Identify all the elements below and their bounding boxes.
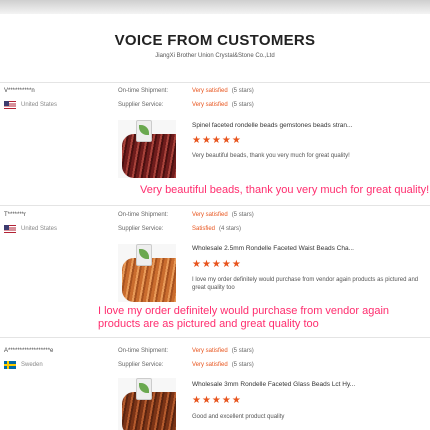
ontime-label: On-time Shipment: xyxy=(118,88,169,94)
review-comment: Good and excellent product quality xyxy=(192,414,285,420)
divider xyxy=(0,82,430,83)
service-label: Supplier Service: xyxy=(118,226,164,232)
tag-icon xyxy=(136,378,152,400)
ontime-shipment-row: On-time Shipment: Very satisfied (5 stars) xyxy=(118,88,254,94)
shipment-rating: Very satisfied xyxy=(192,212,228,218)
reviewer-country: Sweden xyxy=(4,361,43,369)
service-label: Supplier Service: xyxy=(118,362,164,368)
product-thumbnail[interactable] xyxy=(118,244,176,302)
country-name: Sweden xyxy=(21,362,43,368)
ontime-label: On-time Shipment: xyxy=(118,348,169,354)
tag-icon xyxy=(136,244,152,266)
ontime-shipment-row: On-time Shipment: Very satisfied (5 stars) xyxy=(118,212,254,218)
shipment-stars: (5 stars) xyxy=(231,348,254,354)
product-title-link[interactable]: Spinel faceted rondelle beads gemstones … xyxy=(192,122,428,129)
supplier-service-row: Supplier Service: Very satisfied (5 stars) xyxy=(118,102,254,108)
shipment-rating: Very satisfied xyxy=(192,88,228,94)
supplier-service-row: Supplier Service: Satisfied (4 stars) xyxy=(118,226,241,232)
us-flag-icon xyxy=(4,225,16,233)
product-title-link[interactable]: Wholesale 3mm Rondelle Faceted Glass Bea… xyxy=(192,381,428,388)
review-comment: Very beautiful beads, thank you very muc… xyxy=(192,153,350,159)
reviewer-name: A******************e xyxy=(4,348,54,354)
service-rating: Satisfied xyxy=(192,226,216,232)
service-label: Supplier Service: xyxy=(118,102,164,108)
us-flag-icon xyxy=(4,101,16,109)
ontime-label: On-time Shipment: xyxy=(118,212,169,218)
country-name: United States xyxy=(21,226,58,232)
company-subtitle: JiangXi Brother Union Crystal&Stone Co.,… xyxy=(155,53,275,59)
reviewer-name: T*******r xyxy=(4,212,27,218)
divider xyxy=(0,337,430,338)
product-thumbnail[interactable] xyxy=(118,378,176,430)
country-name: United States xyxy=(21,102,58,108)
highlight-quote: I love my order definitely would purchas… xyxy=(98,305,390,330)
divider xyxy=(0,205,430,206)
service-rating: Very satisfied xyxy=(192,362,228,368)
reviewer-country: United States xyxy=(4,225,57,233)
service-rating: Very satisfied xyxy=(192,102,228,108)
supplier-service-row: Supplier Service: Very satisfied (5 stars) xyxy=(118,362,254,368)
rating-stars: ★★★★★ xyxy=(192,135,242,146)
review-comment: I love my order definitely would purchas… xyxy=(192,277,419,291)
top-shadow-bar xyxy=(0,0,430,14)
reviewer-name: V**********n xyxy=(4,88,35,94)
page-title: VOICE FROM CUSTOMERS xyxy=(114,32,316,49)
service-stars: (4 stars) xyxy=(219,226,242,232)
reviewer-country: United States xyxy=(4,101,57,109)
tag-icon xyxy=(136,120,152,142)
shipment-stars: (5 stars) xyxy=(231,212,254,218)
service-stars: (5 stars) xyxy=(231,362,254,368)
product-title-link[interactable]: Wholesale 2.5mm Rondelle Faceted Waist B… xyxy=(192,245,428,252)
shipment-rating: Very satisfied xyxy=(192,348,228,354)
shipment-stars: (5 stars) xyxy=(231,88,254,94)
ontime-shipment-row: On-time Shipment: Very satisfied (5 stars) xyxy=(118,348,254,354)
highlight-quote: Very beautiful beads, thank you very muc… xyxy=(140,184,430,196)
product-thumbnail[interactable] xyxy=(118,120,176,178)
service-stars: (5 stars) xyxy=(231,102,254,108)
rating-stars: ★★★★★ xyxy=(192,395,242,406)
sweden-flag-icon xyxy=(4,361,16,369)
rating-stars: ★★★★★ xyxy=(192,259,242,270)
